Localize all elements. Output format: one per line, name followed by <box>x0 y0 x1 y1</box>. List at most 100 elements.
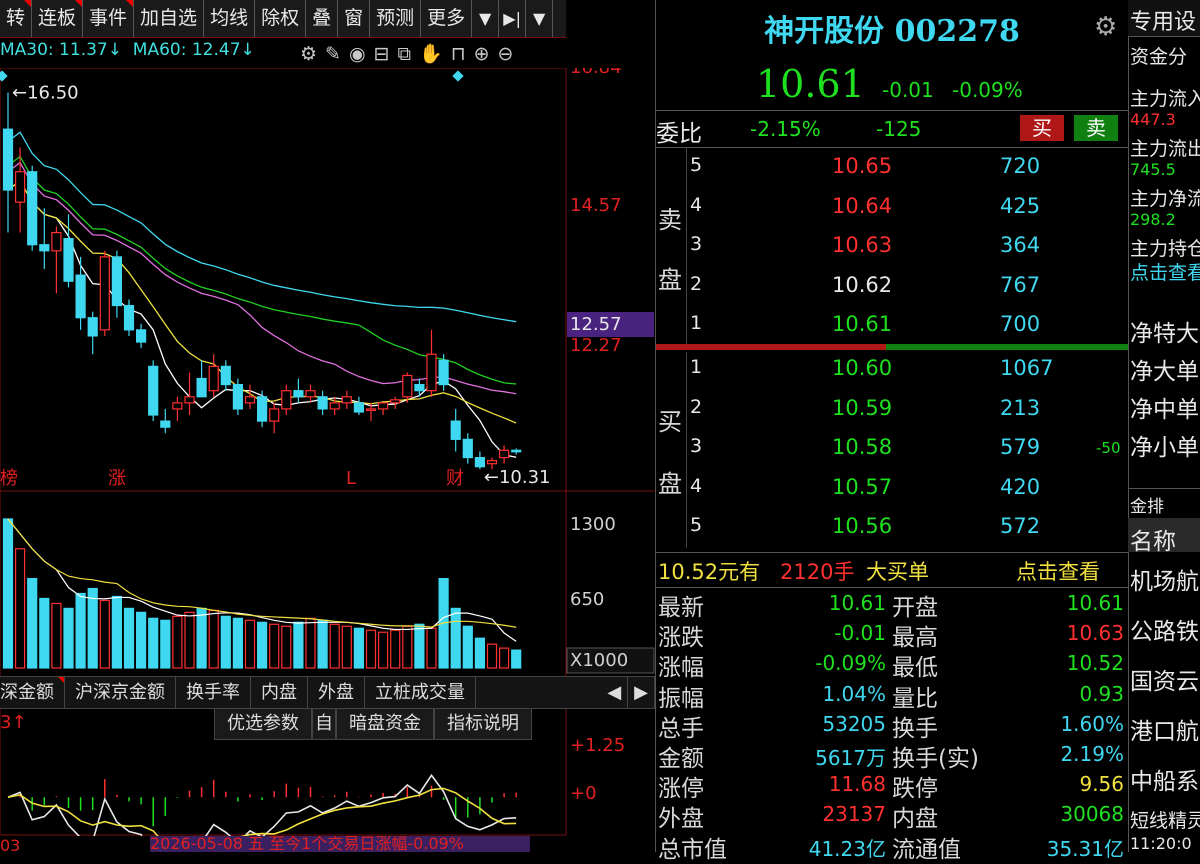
price-axis-label: 14.57 <box>570 195 622 216</box>
indicator-tab[interactable]: 立桩成交量 <box>365 677 476 708</box>
candle-body <box>2 128 14 191</box>
click-view-link[interactable]: 点击查看 <box>1130 258 1200 285</box>
sector-item[interactable]: 港口航 <box>1130 712 1199 746</box>
stat-value: 30068 <box>1060 802 1124 827</box>
orderbook-row[interactable]: 2 10.62 767 <box>656 267 1128 306</box>
short-term-wizard-tab[interactable]: 短线精灵 <box>1130 806 1200 833</box>
toolbar-item[interactable]: 更多 <box>421 0 473 37</box>
toolbar-item[interactable]: 加自选 <box>134 0 205 37</box>
marker-diamond-icon[interactable] <box>0 70 8 82</box>
sector-item[interactable]: 公路铁 <box>1130 612 1199 646</box>
order-level: 5 <box>690 154 703 176</box>
macd-dea-line <box>7 787 517 836</box>
sector-item[interactable]: 国资云 <box>1130 662 1199 696</box>
indicator-tab[interactable]: 沪深京金额 <box>65 677 176 708</box>
indicator-button[interactable]: 自 <box>312 708 336 740</box>
chevron-down-icon[interactable]: ▼ <box>472 0 500 37</box>
hand-icon[interactable]: ✋ <box>419 43 451 65</box>
volume-bar <box>208 609 219 669</box>
toolbar-item[interactable]: 预测 <box>370 0 422 37</box>
buy-button[interactable]: 买 <box>1020 115 1064 141</box>
orderbook-row[interactable]: 4 10.57 420 <box>656 469 1128 508</box>
orderbook-row[interactable]: 3 10.58 579 -50 <box>656 429 1128 468</box>
indicator-tab[interactable]: 内盘 <box>251 677 308 708</box>
volume-bar <box>75 592 86 669</box>
gear-icon[interactable]: ⚙ <box>300 43 325 65</box>
scroll-right-icon[interactable]: ▶ <box>628 677 655 708</box>
rank-tab[interactable]: 金排 <box>1130 492 1164 517</box>
event-marker[interactable]: 榜 <box>0 468 18 489</box>
stat-label: 量比 <box>892 685 938 712</box>
order-price: 10.61 <box>832 312 893 336</box>
candle-body <box>414 384 425 392</box>
toolbar-item[interactable]: 连板 <box>32 0 84 37</box>
chevron-down-icon[interactable]: ▼ <box>526 0 554 37</box>
macd-dif-line <box>7 773 517 836</box>
gear-icon[interactable]: ⚙ <box>1094 12 1117 42</box>
indicator-button[interactable]: 指标说明 <box>434 708 532 740</box>
event-marker[interactable]: 财 <box>446 468 464 489</box>
order-volume: 579 <box>1000 435 1041 459</box>
lock-icon[interactable]: ⊓ <box>451 43 474 65</box>
toolbar-item[interactable]: 转 <box>0 0 33 37</box>
volume-bar <box>269 623 280 669</box>
stat-value: 5617万 <box>815 746 886 770</box>
order-volume: 572 <box>1000 514 1041 538</box>
stat-row: 涨幅 -0.09% 最低 10.52 <box>656 648 1128 681</box>
sector-item[interactable]: 机场航 <box>1130 562 1199 596</box>
stat-label: 最新 <box>658 595 704 621</box>
order-price: 10.60 <box>832 356 893 380</box>
stat-label: 涨幅 <box>658 655 704 682</box>
scroll-left-icon[interactable]: ◀ <box>601 677 629 708</box>
stat-label: 外盘 <box>658 806 704 833</box>
big-order-price: 10.52元有 <box>658 560 761 584</box>
indicator-button[interactable]: 暗盘资金 <box>336 708 434 740</box>
eye-icon[interactable]: ◉ <box>349 43 374 65</box>
indicator-tab[interactable]: 外盘 <box>308 677 365 708</box>
candle-body <box>244 396 256 404</box>
indicator-tab[interactable]: 深金额 <box>0 677 65 708</box>
volume-bar <box>27 577 38 669</box>
orderbook-row[interactable]: 3 10.63 364 <box>656 227 1128 266</box>
high-marker: ←16.50 <box>12 83 79 104</box>
weibi-value: -125 <box>876 117 922 141</box>
orderbook-row[interactable]: 2 10.59 213 <box>656 390 1128 429</box>
big-order-link[interactable]: 点击查看 <box>1016 556 1100 586</box>
sector-item[interactable]: 中船系 <box>1130 762 1199 796</box>
fund-tab[interactable]: 资金分 <box>1130 42 1187 69</box>
volume-bar <box>51 602 62 669</box>
stat-value: 1.60% <box>1060 711 1124 736</box>
fund-panel-header[interactable]: 专用设 <box>1130 4 1196 36</box>
toolbar-item[interactable]: 除权 <box>255 0 307 37</box>
marker-diamond-icon[interactable] <box>452 70 464 82</box>
orderbook-row[interactable]: 4 10.64 425 <box>656 188 1128 227</box>
play-next-icon[interactable]: ▶| <box>499 0 527 37</box>
volume-bar <box>293 621 304 669</box>
toolbar-item[interactable]: 叠 <box>306 0 339 37</box>
toolbar-item[interactable]: 窗 <box>338 0 371 37</box>
price-axis-label: 16.84 <box>570 68 622 78</box>
orderbook-row[interactable]: 1 10.60 1067 <box>656 350 1128 389</box>
orderbook-row[interactable]: 5 10.65 720 <box>656 148 1128 187</box>
volume-bar <box>486 643 498 669</box>
orderbook-row[interactable]: 1 10.61 700 <box>656 306 1128 345</box>
toolbar-item[interactable]: 均线 <box>204 0 256 37</box>
toolbar-item[interactable]: 事件 <box>83 0 135 37</box>
zoom-in-icon[interactable]: ⊕ <box>474 43 498 65</box>
date-status: 2026-05-08 五 至今1个交易日涨幅-0.09% <box>150 836 530 852</box>
zoom-out-icon[interactable]: ⊖ <box>497 43 521 65</box>
main-holding-label: 主力持仓 <box>1130 238 1200 260</box>
lock-box-icon[interactable]: ⊟ <box>374 43 398 65</box>
weibi-label: 委比 <box>656 121 702 147</box>
volume-bar <box>111 595 123 669</box>
event-marker[interactable]: 涨 <box>108 468 126 489</box>
event-marker[interactable]: L <box>346 468 356 489</box>
volume-bar <box>365 629 377 669</box>
indicator-button[interactable]: 优选参数 <box>214 708 312 740</box>
volume-bar <box>220 615 231 669</box>
orderbook-row[interactable]: 5 10.56 572 <box>656 508 1128 547</box>
copy-icon[interactable]: ⧉ <box>397 43 419 65</box>
pen-icon[interactable]: ✎ <box>325 43 349 65</box>
sell-button[interactable]: 卖 <box>1074 115 1118 141</box>
indicator-tab[interactable]: 换手率 <box>176 677 251 708</box>
